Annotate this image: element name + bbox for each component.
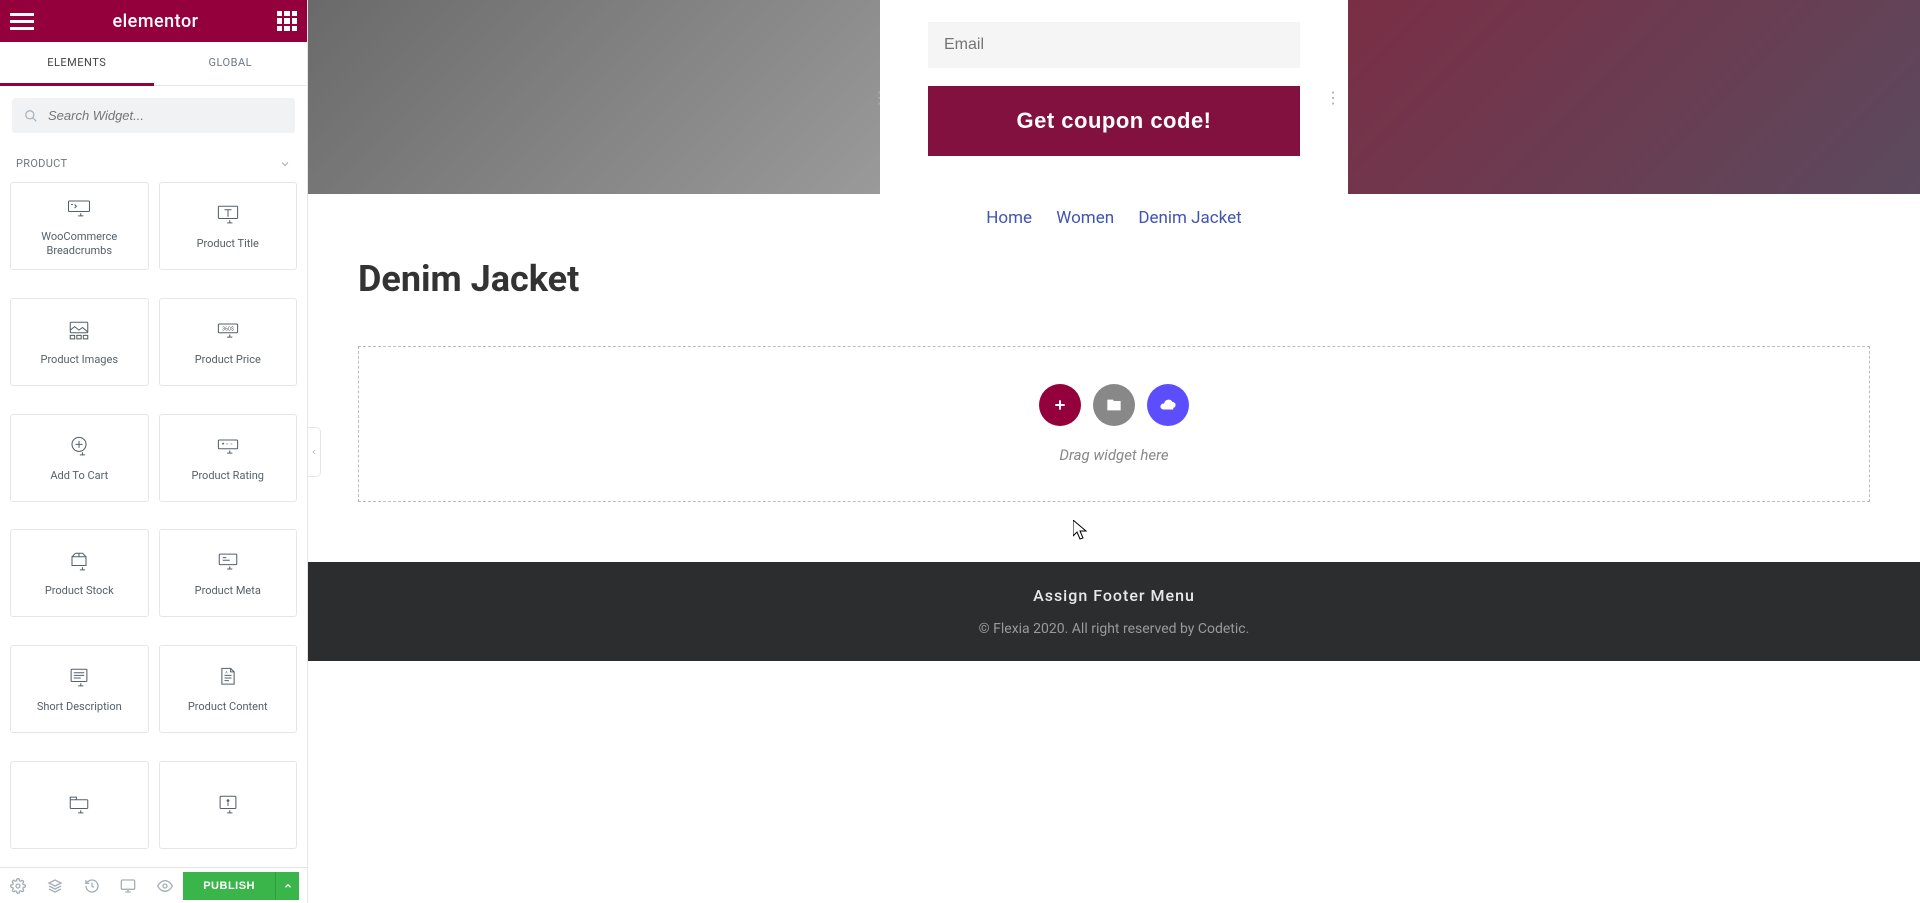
brand-logo: elementor [112,11,198,32]
drop-hint: Drag widget here [1059,446,1168,464]
settings-icon[interactable] [0,868,37,903]
ai-button[interactable] [1147,384,1189,426]
svg-text:360$: 360$ [222,325,234,332]
widget-label: Product Meta [195,584,261,598]
widget-partial-2[interactable] [159,761,298,849]
category-label: PRODUCT [16,157,67,170]
widget-label: Product Images [41,353,119,367]
tabs-icon [65,791,93,819]
widget-woocommerce-breadcrumbs[interactable]: WooCommerce Breadcrumbs [10,182,149,270]
tab-global[interactable]: GLOBAL [154,42,308,86]
plus-icon [1052,397,1068,413]
panel-tabs: ELEMENTS GLOBAL [0,42,307,86]
column-handle-right[interactable]: ⋮⋮ [1334,0,1348,194]
search-input[interactable] [12,98,295,133]
hamburger-icon[interactable] [10,9,34,33]
widget-add-to-cart[interactable]: Add To Cart [10,414,149,502]
widget-label: Short Description [37,700,122,714]
hero-form: Get coupon code! [894,0,1334,194]
description-icon [65,664,93,692]
widget-label: WooCommerce Breadcrumbs [19,230,140,259]
title-icon [214,201,242,229]
widget-label: Add To Cart [50,469,108,483]
widget-label: Product Rating [192,469,264,483]
tab-elements[interactable]: ELEMENTS [0,42,154,86]
chevron-left-icon [310,446,318,458]
coupon-button[interactable]: Get coupon code! [928,86,1300,156]
widget-label: Product Stock [45,584,114,598]
widget-label: Product Title [197,237,259,251]
widget-product-title[interactable]: Product Title [159,182,298,270]
responsive-icon[interactable] [110,868,147,903]
hero-section[interactable]: ⋮⋮ Get coupon code! ⋮⋮ [308,0,1920,194]
breadcrumb: Home Women Denim Jacket [308,194,1920,242]
publish-options-button[interactable] [275,872,299,900]
preview-icon[interactable] [147,868,184,903]
elementor-sidebar: elementor ELEMENTS GLOBAL PRODUCT WooCom… [0,0,308,903]
content-icon: A [214,664,242,692]
canvas[interactable]: ⋮⋮ Get coupon code! ⋮⋮ Home Women Denim … [308,0,1920,903]
apps-grid-icon[interactable] [277,11,297,31]
price-icon: 360$ [214,317,242,345]
breadcrumb-current[interactable]: Denim Jacket [1138,208,1241,228]
template-library-button[interactable] [1093,384,1135,426]
images-icon [65,317,93,345]
drop-zone[interactable]: Drag widget here [358,346,1870,502]
widget-product-content[interactable]: A Product Content [159,645,298,733]
add-section-button[interactable] [1039,384,1081,426]
widget-product-stock[interactable]: Product Stock [10,529,149,617]
search-icon [24,109,38,123]
widget-product-price[interactable]: 360$ Product Price [159,298,298,386]
search-wrap [0,86,307,145]
meta-icon [214,548,242,576]
folder-icon [1106,397,1122,413]
rating-icon [214,433,242,461]
widget-product-rating[interactable]: Product Rating [159,414,298,502]
product-title[interactable]: Denim Jacket [308,242,1920,316]
drop-buttons [1039,384,1189,426]
stock-icon [65,548,93,576]
info-icon [214,791,242,819]
publish-button[interactable]: PUBLISH [183,872,275,900]
category-product[interactable]: PRODUCT [0,145,307,182]
column-handle-left[interactable]: ⋮⋮ [880,0,894,194]
chevron-down-icon [279,158,291,170]
footer-menu[interactable]: Assign Footer Menu [332,586,1896,605]
cursor-icon [1073,520,1089,540]
history-icon[interactable] [73,868,110,903]
widget-label: Product Content [188,700,268,714]
add-to-cart-icon [65,433,93,461]
hero-image-right [1348,0,1920,194]
caret-up-icon [283,881,293,891]
email-input[interactable] [928,22,1300,68]
copyright: © Flexia 2020. All right reserved by Cod… [332,621,1896,637]
breadcrumb-icon [65,194,93,222]
widget-partial-1[interactable] [10,761,149,849]
cloud-icon [1159,396,1177,414]
hero-image-left [308,0,880,194]
widget-short-description[interactable]: Short Description [10,645,149,733]
breadcrumb-home[interactable]: Home [986,208,1032,228]
widget-label: Product Price [195,353,261,367]
breadcrumb-women[interactable]: Women [1056,208,1114,228]
svg-text:A: A [225,671,228,675]
publish-group: PUBLISH [183,872,299,900]
collapse-panel-button[interactable] [307,427,321,477]
sidebar-header: elementor [0,0,307,42]
page-footer: Assign Footer Menu © Flexia 2020. All ri… [308,562,1920,661]
widget-grid: WooCommerce Breadcrumbs Product Title Pr… [0,182,307,867]
widget-product-meta[interactable]: Product Meta [159,529,298,617]
navigator-icon[interactable] [37,868,74,903]
widget-product-images[interactable]: Product Images [10,298,149,386]
sidebar-footer: PUBLISH [0,867,307,903]
